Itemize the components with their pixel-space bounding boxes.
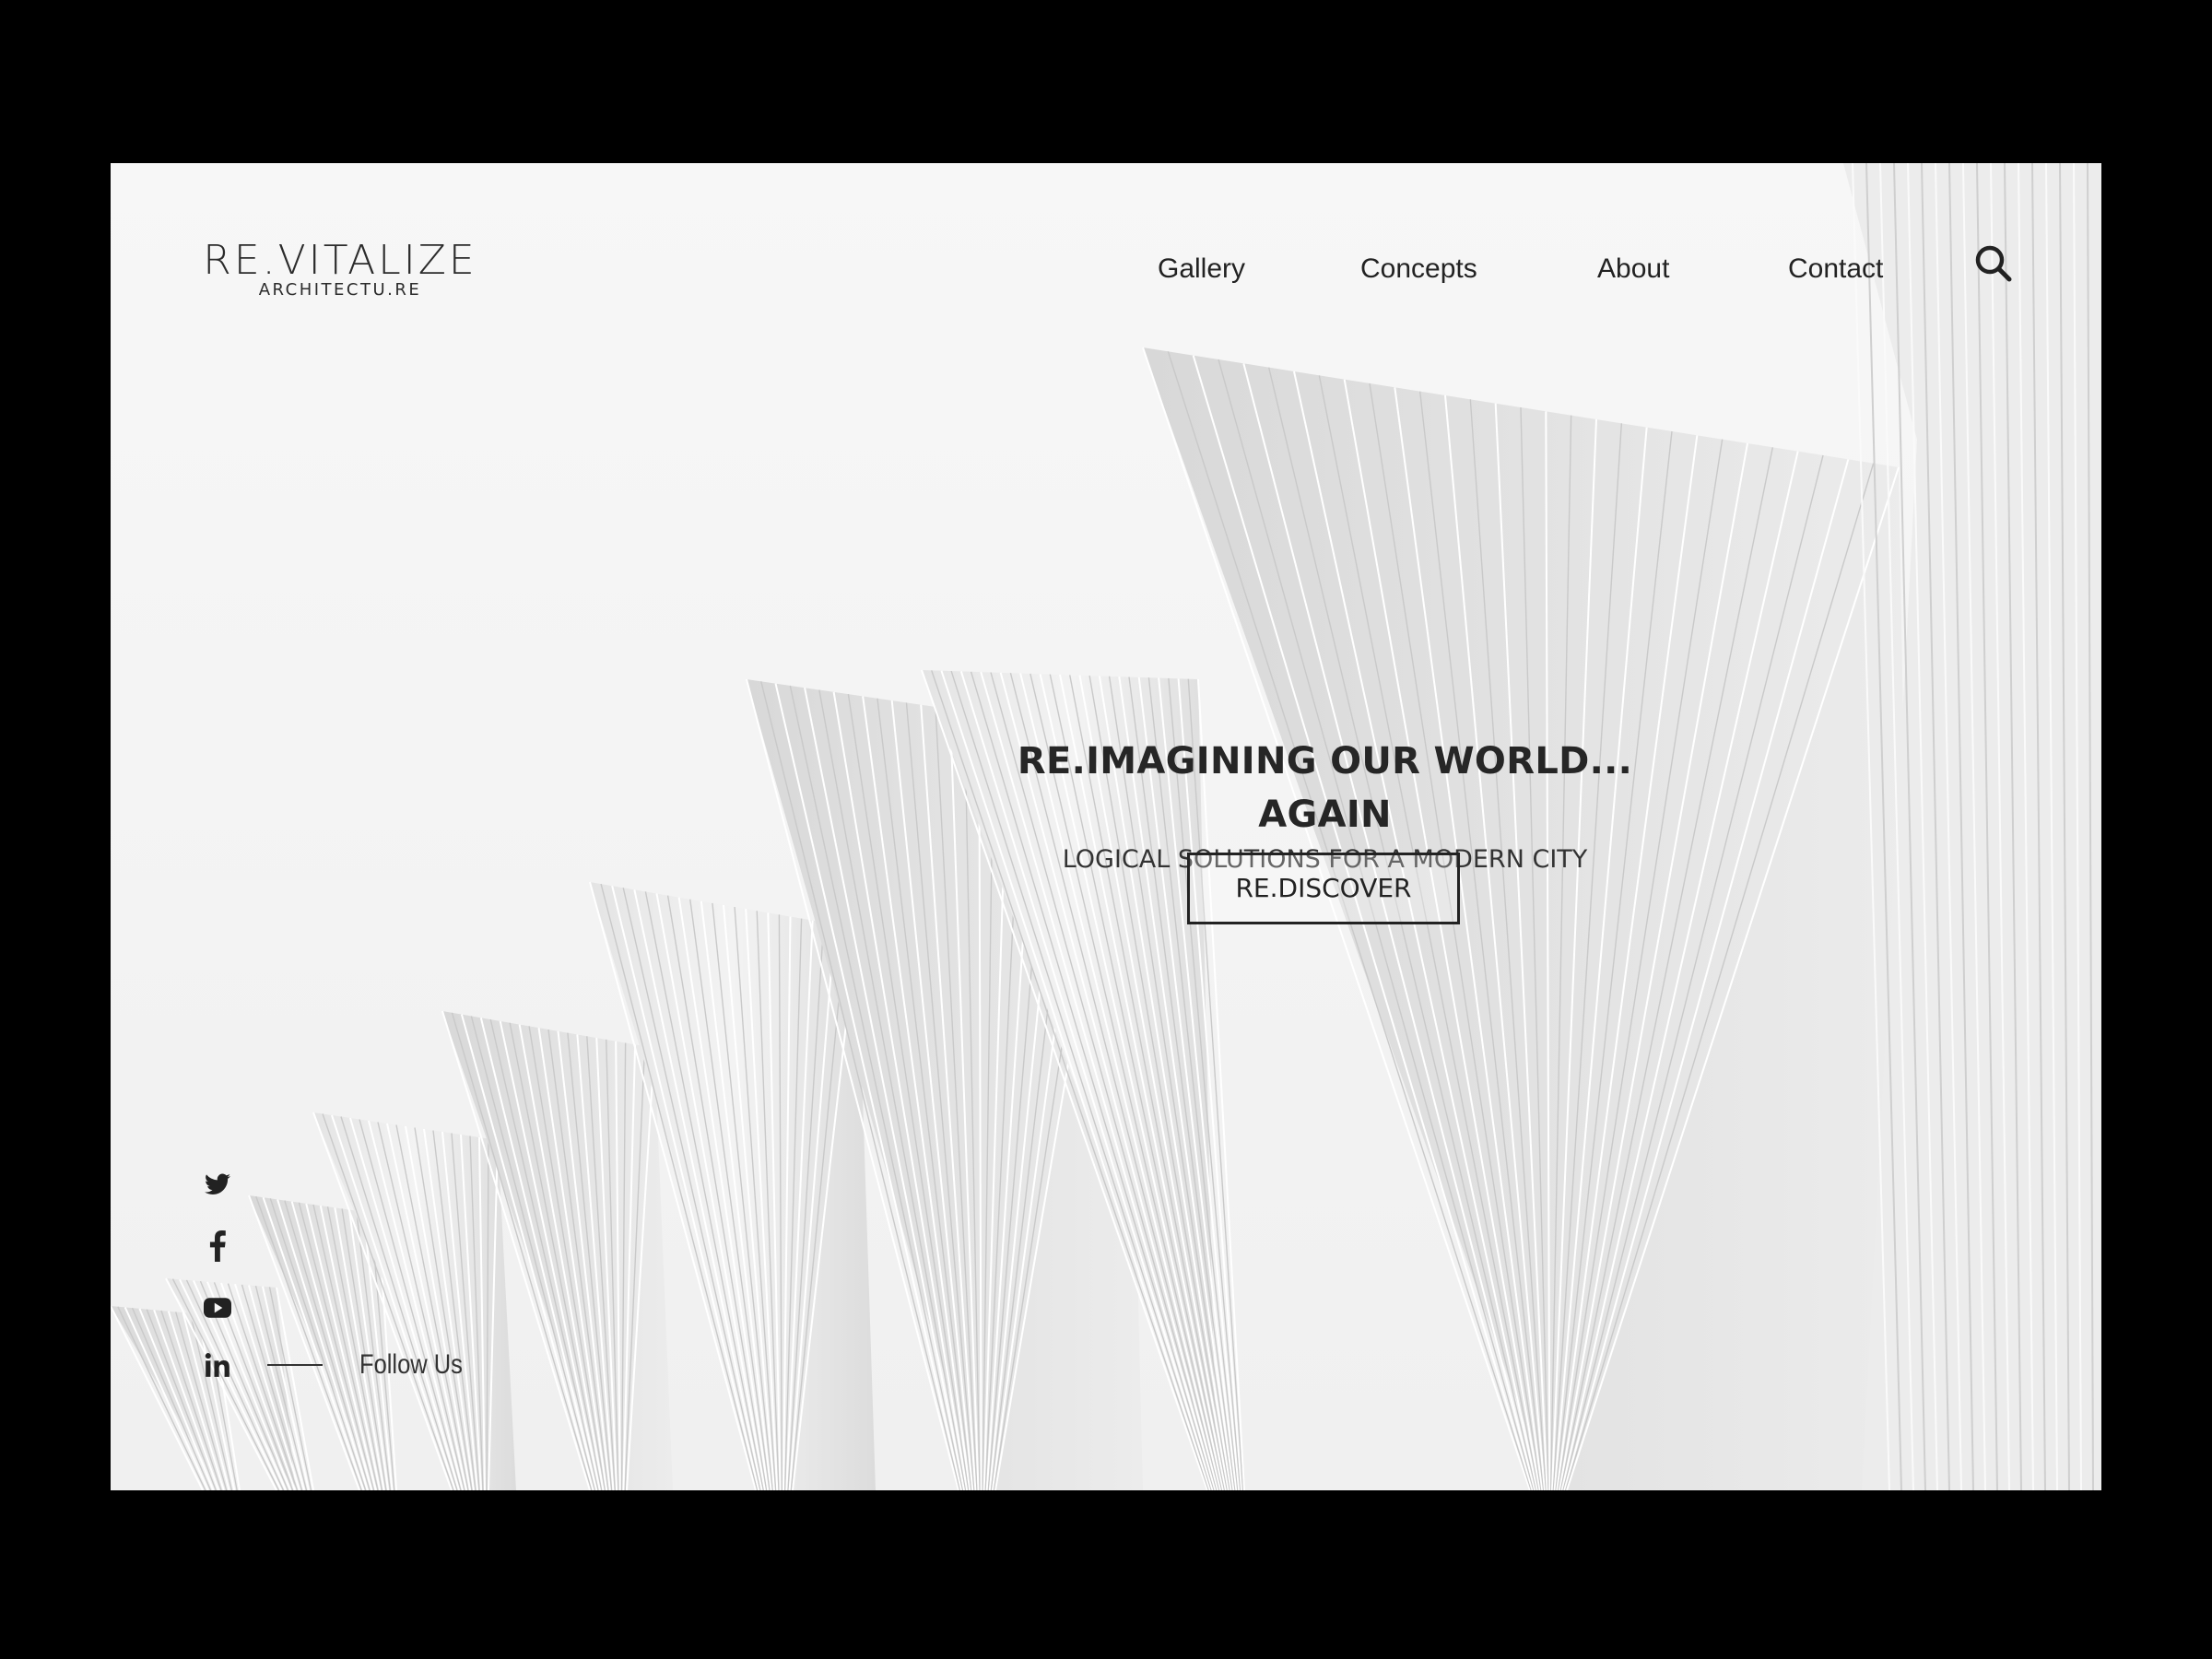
twitter-icon[interactable]	[199, 1166, 236, 1203]
follow-divider	[267, 1364, 323, 1366]
linkedin-icon[interactable]	[199, 1347, 236, 1383]
hero-headline: RE.IMAGINING OUR WORLD... AGAIN	[1017, 740, 1633, 836]
rediscover-button[interactable]: RE.DISCOVER	[1187, 853, 1460, 924]
follow-us-label: Follow Us	[359, 1349, 463, 1380]
youtube-icon[interactable]	[199, 1289, 236, 1326]
hero-section: RE.VITALIZE ARCHITECTU.RE Gallery Concep…	[111, 163, 2101, 1490]
main-nav: Gallery Concepts About Contact	[111, 246, 2101, 292]
nav-item-contact[interactable]: Contact	[1788, 246, 1883, 292]
facebook-icon[interactable]	[199, 1228, 236, 1265]
nav-item-about[interactable]: About	[1597, 246, 1669, 292]
nav-item-concepts[interactable]: Concepts	[1360, 246, 1477, 292]
search-icon[interactable]	[1972, 242, 2015, 285]
nav-item-gallery[interactable]: Gallery	[1158, 246, 1245, 292]
